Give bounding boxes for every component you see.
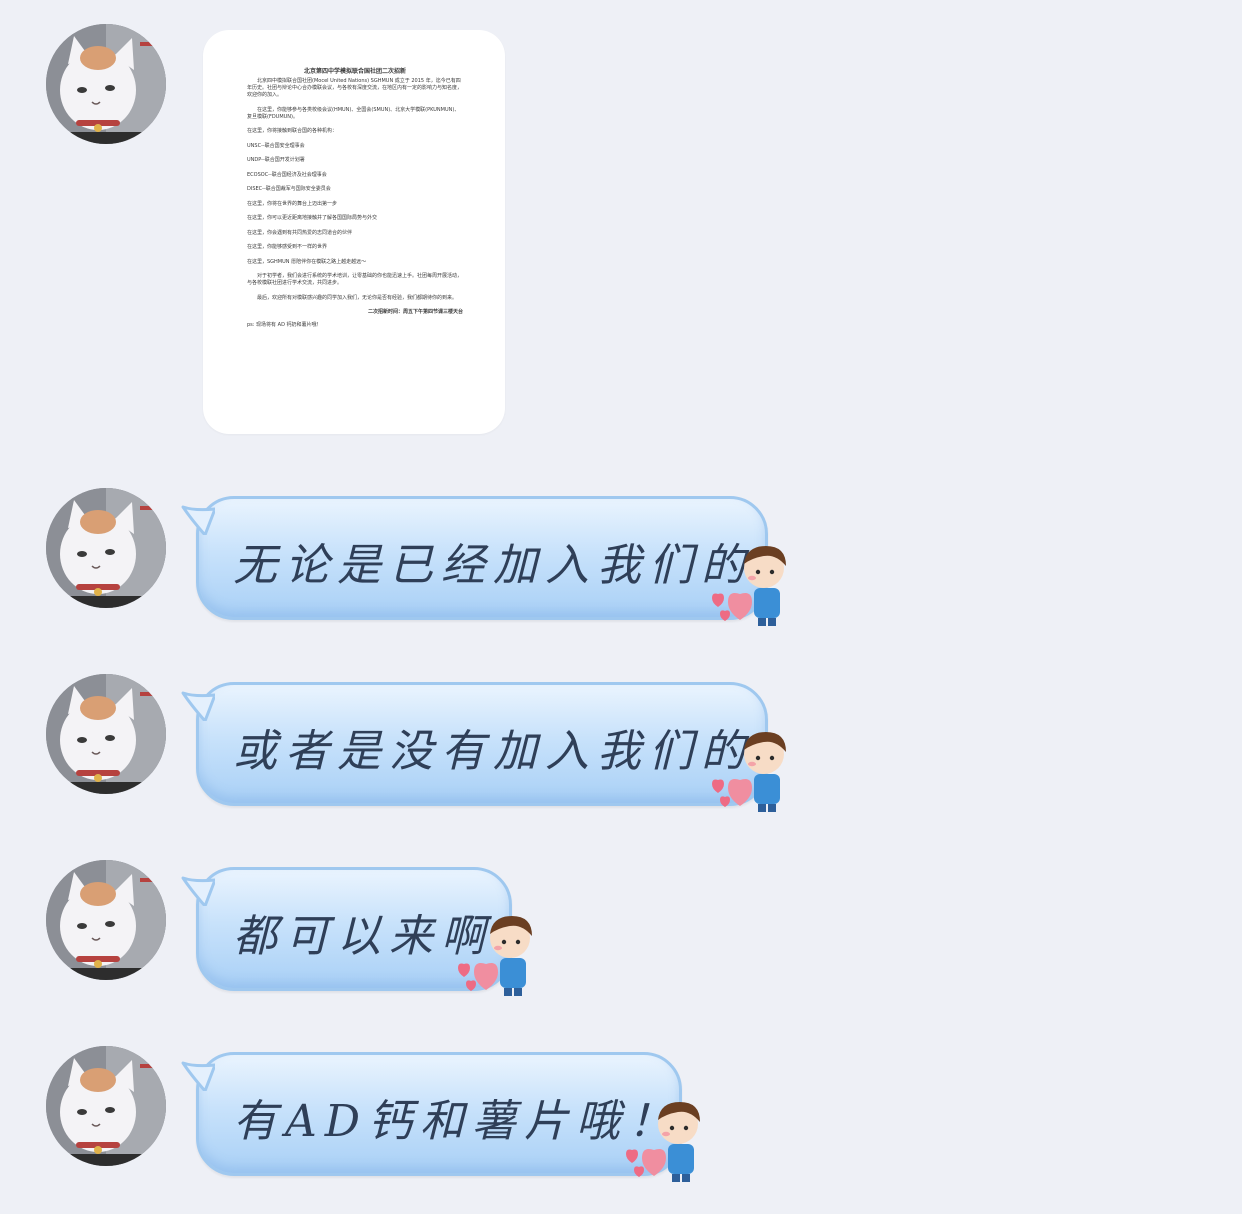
document-paragraph: DISEC--联合国裁军与国际安全委员会 bbox=[247, 186, 331, 192]
sticker bbox=[620, 1096, 712, 1184]
sticker bbox=[706, 540, 798, 628]
document-paragraph: 在这里，你能够感受到不一样的世界 bbox=[247, 244, 328, 250]
cat-avatar-icon bbox=[46, 1046, 166, 1166]
document-paragraph: UNDP--联合国开发计划署 bbox=[247, 157, 305, 163]
document-paragraph: 对于初学者，我们会进行系统的学术培训，让零基础的你也能迅速上手。社团每周开展活动… bbox=[247, 273, 463, 286]
document-paragraph: 在这里，你可以更近距离地接触并了解各国国际局势与外交 bbox=[247, 215, 378, 221]
avatar[interactable] bbox=[46, 860, 166, 980]
cat-avatar-icon bbox=[46, 488, 166, 608]
message-bubble[interactable]: 无论是已经加入我们的 bbox=[196, 496, 768, 620]
boy-heart-sticker-icon bbox=[452, 910, 544, 998]
boy-heart-sticker-icon bbox=[706, 726, 798, 814]
document-content: 北京第四中学模拟联合国社团二次招新 北京四中模拟联合国社团(Mocel Unit… bbox=[247, 68, 463, 337]
bubble-tail bbox=[181, 505, 215, 535]
avatar[interactable] bbox=[46, 674, 166, 794]
message-bubble[interactable]: 有AD钙和薯片哦！ bbox=[196, 1052, 682, 1176]
message-text: 或者是没有加入我们的 bbox=[233, 726, 753, 777]
document-image-message[interactable]: 北京第四中学模拟联合国社团二次招新 北京四中模拟联合国社团(Mocel Unit… bbox=[203, 30, 505, 434]
document-paragraph: UNSC--联合国安全理事会 bbox=[247, 142, 305, 149]
message-bubble[interactable]: 或者是没有加入我们的 bbox=[196, 682, 768, 806]
message-text: 无论是已经加入我们的 bbox=[233, 540, 753, 591]
boy-heart-sticker-icon bbox=[706, 540, 798, 628]
document-ps: ps: 现场将有 AD 钙奶和薯片哦！ bbox=[247, 322, 322, 328]
document-paragraph: 在这里，SGHMUN 愿陪伴你在模联之路上越走越远～ bbox=[247, 258, 367, 265]
document-paragraph: 最后，欢迎所有对模联感兴趣的同学加入我们，无论你是否有经验，我们都期待你的到来。 bbox=[257, 294, 458, 301]
document-paragraph: 在这里，你会遇到有共同热爱的志同道合的伙伴 bbox=[247, 229, 353, 236]
document-paragraph: 在这里，你将在世界的舞台上迈出第一步 bbox=[247, 200, 338, 207]
bubble-tail bbox=[181, 876, 215, 906]
avatar[interactable] bbox=[46, 1046, 166, 1166]
document-paragraph: ECOSOC--联合国经济及社会理事会 bbox=[247, 171, 327, 178]
document-paragraph: 在这里，你能够参与各类校级会议(HMUN)、全国会(SMUN)、北京大学模联(P… bbox=[247, 106, 460, 120]
boy-heart-sticker-icon bbox=[620, 1096, 712, 1184]
document-title: 北京第四中学模拟联合国社团二次招新 bbox=[303, 68, 406, 75]
document-paragraph: 北京四中模拟联合国社团(Mocel United Nations) SGHMUN… bbox=[247, 78, 463, 98]
document-paragraph: 在这里，你将接触到联合国的各种机构： bbox=[247, 128, 338, 134]
cat-avatar-icon bbox=[46, 860, 166, 980]
sticker bbox=[452, 910, 544, 998]
cat-avatar-icon bbox=[46, 674, 166, 794]
avatar[interactable] bbox=[46, 488, 166, 608]
sticker bbox=[706, 726, 798, 814]
cat-avatar-icon bbox=[46, 24, 166, 144]
message-text: 有AD钙和薯片哦！ bbox=[233, 1096, 681, 1147]
bubble-tail bbox=[181, 1061, 215, 1091]
avatar[interactable] bbox=[46, 24, 166, 144]
document-recruit-time: 二次招新时间：周五下午第四节课三楼天台 bbox=[367, 309, 463, 315]
bubble-tail bbox=[181, 691, 215, 721]
